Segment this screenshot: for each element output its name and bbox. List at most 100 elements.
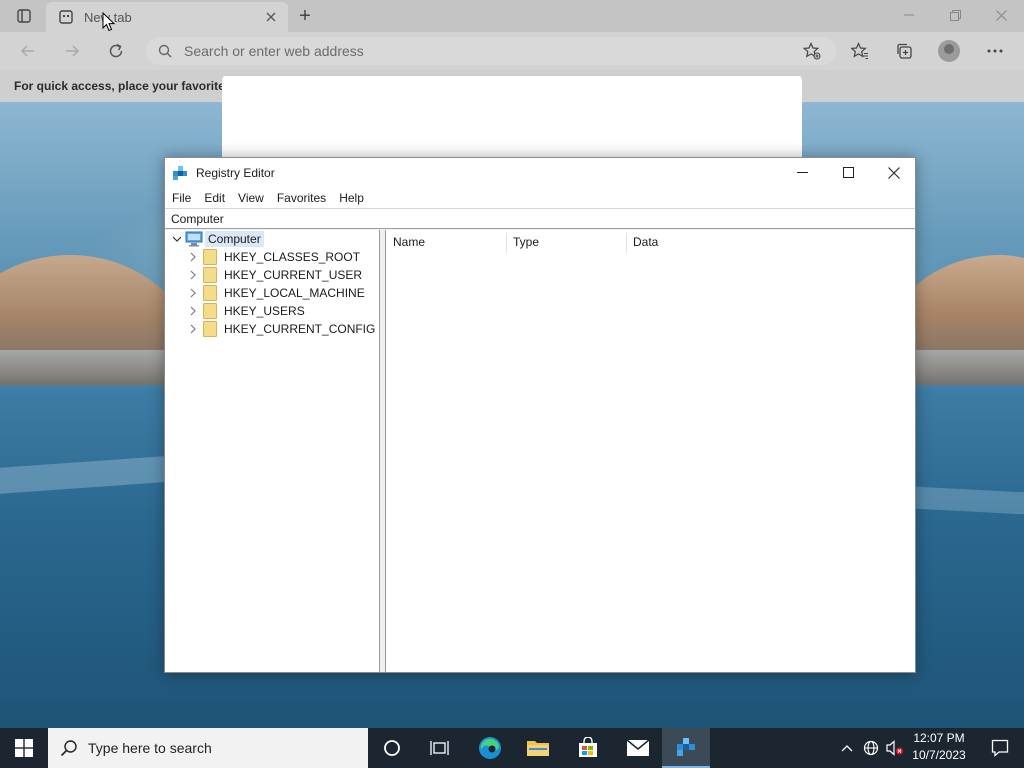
browser-restore-button[interactable] [932, 3, 978, 27]
folder-icon [203, 303, 217, 319]
forward-button[interactable] [58, 38, 86, 64]
taskbar: Type here to search 12:07 PM 10/7/2023 [0, 728, 1024, 768]
windows-logo-icon [15, 739, 33, 757]
column-header-data[interactable]: Data [633, 230, 658, 254]
chevron-down-icon[interactable] [171, 233, 183, 245]
tab-actions-button[interactable] [10, 6, 38, 26]
tree-label-hkcc: HKEY_CURRENT_CONFIG [224, 322, 376, 336]
file-explorer-button[interactable] [514, 728, 562, 768]
taskbar-search-placeholder: Type here to search [88, 740, 212, 756]
column-divider[interactable] [506, 233, 507, 253]
chevron-right-icon[interactable] [187, 251, 199, 263]
refresh-button[interactable] [102, 38, 130, 64]
menu-edit[interactable]: Edit [198, 191, 231, 205]
browser-minimize-button[interactable] [886, 3, 932, 27]
task-view-icon [430, 741, 449, 755]
regedit-minimize-button[interactable] [779, 158, 825, 187]
new-tab-page-panel [222, 76, 802, 160]
start-button[interactable] [0, 728, 48, 768]
browser-toolbar: Search or enter web address [0, 32, 1024, 70]
new-tab-page-icon [59, 10, 73, 24]
tree-label-computer: Computer [205, 231, 264, 247]
registry-editor-titlebar[interactable]: Registry Editor [165, 158, 915, 187]
column-header-name[interactable]: Name [393, 230, 425, 254]
network-button[interactable] [860, 728, 882, 768]
cortana-button[interactable] [368, 728, 416, 768]
store-button[interactable] [564, 728, 612, 768]
collections-button[interactable] [890, 38, 918, 64]
regedit-close-button[interactable] [871, 158, 917, 187]
column-header-type[interactable]: Type [513, 230, 539, 254]
computer-icon [185, 231, 203, 247]
chevron-right-icon[interactable] [187, 269, 199, 281]
favorites-icon [851, 42, 868, 60]
network-globe-icon [863, 740, 879, 756]
maximize-icon [842, 167, 854, 178]
close-icon [888, 166, 900, 179]
tree-label-hku: HKEY_USERS [224, 304, 305, 318]
task-view-button[interactable] [416, 728, 464, 768]
refresh-icon [109, 43, 123, 58]
favorites-bar-hint: For quick access, place your favorites h [14, 79, 243, 93]
add-favorite-button[interactable] [798, 38, 826, 64]
new-tab-button[interactable]: + [292, 4, 318, 28]
address-placeholder: Search or enter web address [184, 43, 364, 59]
show-hidden-icons-button[interactable] [836, 728, 858, 768]
back-button[interactable] [14, 38, 42, 64]
tree-item-computer[interactable]: Computer [171, 230, 264, 248]
address-bar[interactable]: Search or enter web address [146, 37, 836, 65]
restore-icon [949, 9, 961, 21]
regedit-maximize-button[interactable] [825, 158, 871, 187]
tree-item-hkcc[interactable]: HKEY_CURRENT_CONFIG [187, 320, 378, 338]
favorites-button[interactable] [846, 38, 874, 64]
tree-item-hklm[interactable]: HKEY_LOCAL_MACHINE [187, 284, 368, 302]
search-icon [60, 740, 77, 757]
tree-label-hkcr: HKEY_CLASSES_ROOT [224, 250, 361, 264]
tab-strip: New tab + [0, 0, 1024, 32]
chevron-up-icon [841, 745, 853, 752]
action-center-button[interactable] [976, 728, 1024, 768]
registry-editor-taskbar-button[interactable] [662, 728, 710, 768]
column-divider[interactable] [626, 233, 627, 253]
menu-help[interactable]: Help [333, 191, 370, 205]
browser-tab[interactable]: New tab [46, 2, 288, 32]
tree-label-hklm: HKEY_LOCAL_MACHINE [224, 286, 365, 300]
chevron-right-icon[interactable] [187, 305, 199, 317]
edge-icon [479, 737, 501, 759]
edge-taskbar-button[interactable] [466, 728, 514, 768]
forward-icon [66, 45, 80, 57]
file-explorer-icon [527, 741, 549, 756]
store-icon [579, 737, 597, 757]
folder-icon [203, 285, 217, 301]
volume-button[interactable] [884, 728, 906, 768]
chevron-right-icon[interactable] [187, 287, 199, 299]
tree-item-hkcu[interactable]: HKEY_CURRENT_USER [187, 266, 365, 284]
folder-icon [203, 321, 217, 337]
add-favorite-icon [803, 42, 821, 60]
profile-icon[interactable] [938, 40, 960, 62]
registry-editor-icon [677, 738, 695, 756]
minimize-icon [796, 172, 808, 173]
registry-address-path: Computer [171, 211, 224, 226]
settings-more-button[interactable] [981, 38, 1009, 64]
taskbar-clock[interactable]: 12:07 PM 10/7/2023 [904, 730, 974, 766]
tab-close-button[interactable] [262, 8, 280, 26]
registry-address-bar[interactable]: Computer [165, 208, 915, 229]
menu-view[interactable]: View [232, 191, 270, 205]
browser-close-button[interactable] [978, 3, 1024, 27]
clock-time: 12:07 PM [913, 731, 965, 745]
more-icon [987, 49, 1003, 53]
volume-muted-icon [886, 740, 903, 756]
menu-file[interactable]: File [166, 191, 197, 205]
tree-label-hkcu: HKEY_CURRENT_USER [224, 268, 363, 282]
close-icon [266, 12, 276, 22]
tree-item-hkcr[interactable]: HKEY_CLASSES_ROOT [187, 248, 363, 266]
collections-icon [897, 43, 912, 59]
minimize-icon [904, 14, 914, 16]
chevron-right-icon[interactable] [187, 323, 199, 335]
mail-button[interactable] [614, 728, 662, 768]
menu-favorites[interactable]: Favorites [271, 191, 332, 205]
tree-item-hku[interactable]: HKEY_USERS [187, 302, 308, 320]
registry-values-pane: Name Type Data [385, 230, 915, 672]
taskbar-search-box[interactable]: Type here to search [48, 728, 368, 768]
